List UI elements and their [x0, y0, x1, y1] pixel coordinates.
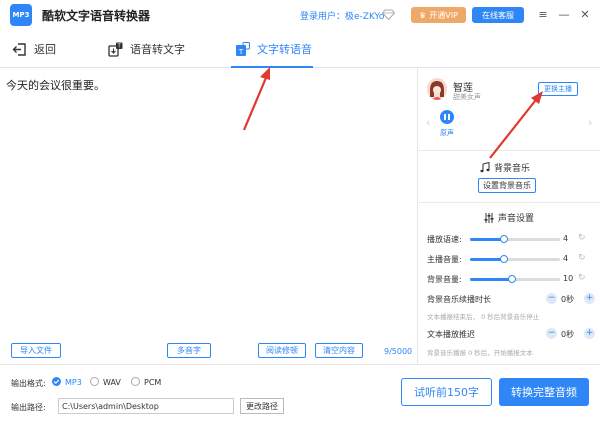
tab-back[interactable]: 返回 [12, 30, 56, 68]
menu-icon[interactable]: ≡ [536, 7, 550, 21]
vip-crown-icon: ♛ [419, 10, 427, 20]
app-title: 酷软文字语音转换器 [42, 8, 151, 23]
tab-bar: 返回 T 语音转文字 T 文字转语音 [0, 30, 600, 68]
text-editor[interactable]: 今天的会议很重要。 [0, 68, 418, 364]
sound-settings-title: 声音设置 [484, 211, 534, 224]
reset-speed-icon[interactable]: ↻ [578, 233, 586, 243]
speed-slider-fill [470, 238, 505, 241]
next-voice-icon[interactable]: › [588, 116, 592, 129]
format-pcm-label[interactable]: PCM [144, 378, 161, 387]
change-anchor-button[interactable]: 更换主播 [538, 82, 578, 96]
change-path-button[interactable]: 更改路径 [240, 398, 284, 414]
anchor-volume-slider[interactable] [470, 255, 560, 263]
anchor-volume-label: 主播音量: [427, 255, 462, 264]
format-mp3-label[interactable]: MP3 [65, 378, 82, 387]
preview-button[interactable]: 试听前150字 [401, 378, 492, 406]
bgm-volume-slider[interactable] [470, 275, 560, 283]
login-user: 登录用户：极e-ZKYo [300, 9, 384, 22]
app-logo: MP3 [10, 4, 32, 26]
minimize-icon[interactable]: — [557, 7, 571, 21]
voice-desc: 甜美女声 [453, 93, 481, 101]
music-note-icon [480, 162, 490, 173]
check-icon [53, 379, 60, 385]
text-delay-plus-button[interactable]: + [584, 328, 595, 339]
speech-to-text-icon: T [108, 42, 123, 57]
bgm-title: 背景音乐 [480, 161, 530, 174]
open-vip-button[interactable]: ♛ 开通VIP [411, 7, 466, 23]
close-icon[interactable]: ✕ [578, 7, 592, 21]
bgm-volume-label: 背景音量: [427, 275, 462, 284]
tab-speech-to-text[interactable]: T 语音转文字 [108, 30, 185, 68]
char-count: 9/5000 [384, 347, 413, 356]
diamond-icon [382, 9, 395, 20]
divider [419, 150, 600, 151]
user-name[interactable]: 极e-ZKYo [345, 12, 384, 22]
speed-slider[interactable] [470, 235, 560, 243]
anchor-volume-fill [470, 258, 505, 261]
bgm-delay-hint: 文本播报结束后， 0 秒后背景音乐停止 [427, 313, 540, 321]
pause-icon-bar [444, 114, 446, 120]
output-path-label: 输出路径: [11, 403, 46, 412]
tab-speech-to-text-label: 语音转文字 [130, 43, 185, 56]
convert-button[interactable]: 转换完整音频 [499, 378, 589, 406]
text-delay-label: 文本播放推迟 [427, 330, 475, 339]
format-wav-radio[interactable] [90, 377, 99, 386]
back-icon [12, 42, 26, 56]
tab-text-to-speech[interactable]: T 文字转语音 [235, 30, 312, 68]
bgm-delay-value: 0秒 [561, 295, 575, 304]
editor-content[interactable]: 今天的会议很重要。 [6, 77, 105, 93]
speed-value: 4 [563, 234, 569, 243]
bgm-volume-value: 10 [563, 274, 574, 283]
import-file-button[interactable]: 导入文件 [11, 343, 61, 358]
bgm-delay-minus-button[interactable]: − [546, 293, 557, 304]
format-wav-label[interactable]: WAV [103, 378, 121, 387]
output-format-label: 输出格式: [11, 379, 46, 388]
format-pcm-radio[interactable] [131, 377, 140, 386]
set-bgm-button[interactable]: 设置背景音乐 [478, 178, 536, 193]
bgm-delay-plus-button[interactable]: + [584, 293, 595, 304]
speed-label: 播放语速: [427, 235, 462, 244]
bgm-delay-label: 背景音乐续播时长 [427, 295, 491, 304]
bgm-volume-fill [470, 278, 513, 281]
bgm-title-label: 背景音乐 [494, 164, 531, 174]
login-label: 登录用户： [300, 12, 346, 22]
divider [419, 202, 600, 203]
clear-content-button[interactable]: 清空内容 [315, 343, 363, 358]
text-to-speech-icon: T [236, 41, 250, 56]
sound-settings-label: 声音设置 [498, 214, 535, 224]
reset-bgm-volume-icon[interactable]: ↻ [578, 273, 586, 283]
proofread-button[interactable]: 阅读修顿 [258, 343, 306, 358]
original-voice-label: 原声 [440, 129, 454, 137]
text-delay-hint: 背景音乐播报 0 秒后，开始播报文本 [427, 349, 533, 357]
format-mp3-radio[interactable] [52, 377, 61, 386]
pause-icon-bar [448, 114, 450, 120]
reset-anchor-volume-icon[interactable]: ↻ [578, 253, 586, 263]
online-service-button[interactable]: 在线客服 [472, 7, 524, 23]
text-delay-minus-button[interactable]: − [546, 328, 557, 339]
vip-label: 开通VIP [429, 10, 458, 20]
text-delay-value: 0秒 [561, 330, 575, 339]
equalizer-icon [484, 212, 494, 223]
prev-voice-icon[interactable]: ‹ [426, 116, 430, 129]
pause-button[interactable] [440, 110, 454, 124]
output-path-input[interactable] [58, 398, 234, 414]
tab-text-to-speech-label: 文字转语音 [257, 43, 312, 56]
avatar [427, 78, 447, 100]
polyphone-button[interactable]: 多音字 [167, 343, 211, 358]
anchor-volume-value: 4 [563, 254, 569, 263]
tab-back-label: 返回 [34, 43, 56, 56]
